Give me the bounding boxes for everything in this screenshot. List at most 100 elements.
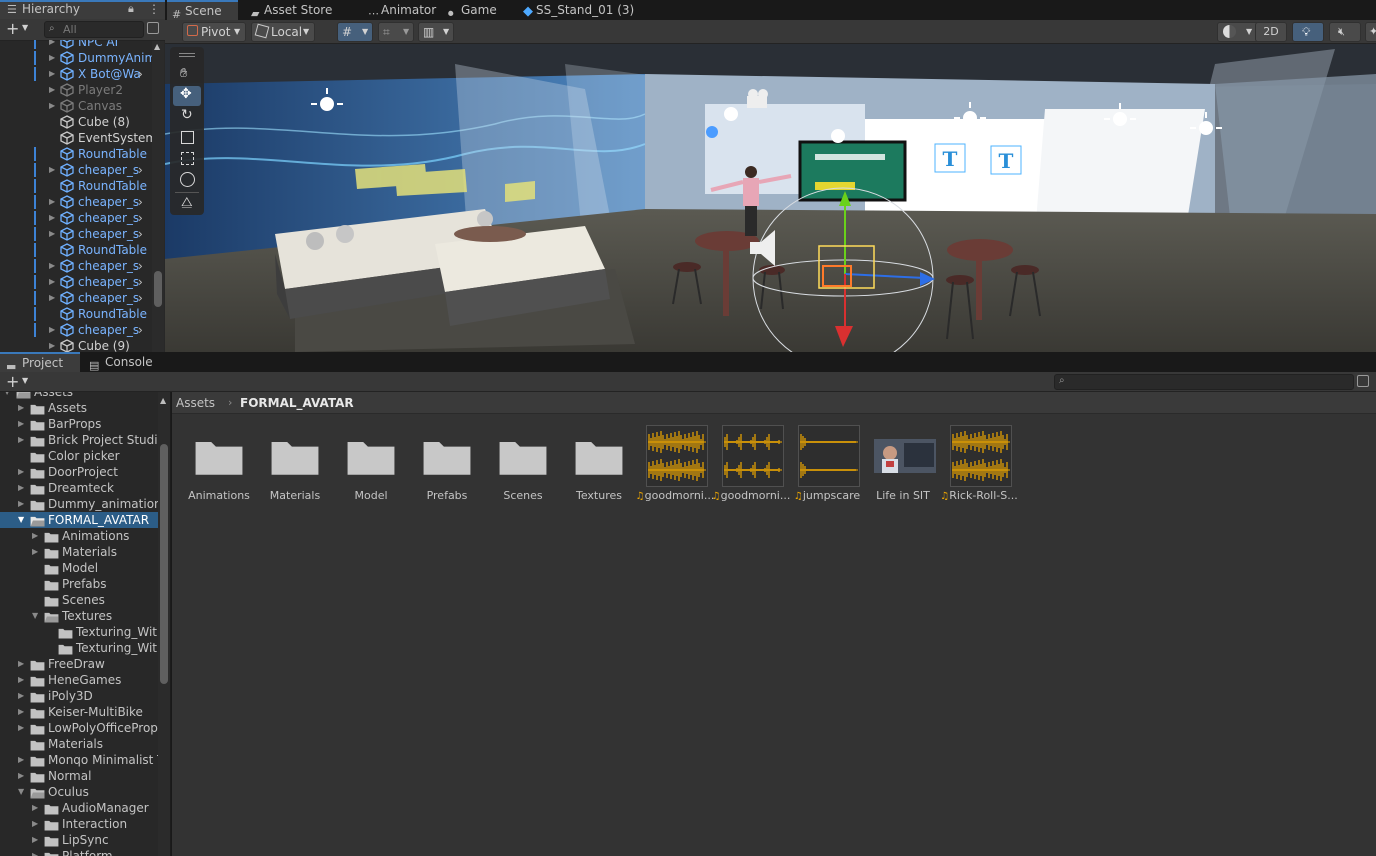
expand-arrow-icon[interactable]: ▶ (49, 82, 55, 98)
draw-mode-button[interactable]: ▼ (1217, 22, 1259, 42)
hierarchy-item[interactable]: ▶ cheaper_s › (0, 162, 152, 178)
hierarchy-search-input[interactable]: ⌕ All (44, 21, 144, 38)
mode-2d-button[interactable]: 2D (1255, 22, 1287, 42)
expand-arrow-icon[interactable]: ▶ (32, 848, 38, 856)
folder-tree-item[interactable]: Scenes (0, 592, 158, 608)
scroll-up-icon[interactable]: ▲ (160, 396, 166, 405)
folder-tree-item[interactable]: ▶ Assets (0, 400, 158, 416)
rect-tool-button[interactable] (173, 149, 201, 169)
folder-tree-item[interactable]: ▼ Oculus (0, 784, 158, 800)
folder-tree-item[interactable]: ▶ FreeDraw (0, 656, 158, 672)
folder-asset[interactable]: Materials (257, 425, 333, 509)
open-prefab-arrow-icon[interactable]: › (138, 194, 143, 210)
create-add-icon[interactable]: + (6, 19, 19, 39)
expand-arrow-icon[interactable]: ▶ (49, 50, 55, 66)
folder-tree-item[interactable]: ▶ Monqo Minimalist T (0, 752, 158, 768)
expand-arrow-icon[interactable]: ▶ (49, 226, 55, 242)
hand-tool-button[interactable]: ✋︎ (173, 65, 201, 85)
expand-arrow-icon[interactable]: ▶ (32, 544, 38, 560)
expand-arrow-icon[interactable]: ▶ (18, 752, 24, 768)
project-search-input[interactable]: ⌕ (1054, 374, 1354, 390)
scene-viewport[interactable]: T T (165, 44, 1376, 352)
transform-tool-button[interactable] (173, 170, 201, 190)
hierarchy-item[interactable]: EventSystem (0, 130, 152, 146)
folder-tree-item[interactable]: Materials (0, 736, 158, 752)
expand-arrow-icon[interactable]: ▶ (32, 528, 38, 544)
hierarchy-item[interactable]: ▶ DummyAnim (0, 50, 152, 66)
project-tree-scrollbar[interactable]: ▲ (158, 392, 170, 856)
breadcrumb-item[interactable]: Assets (176, 392, 215, 414)
tab-project[interactable]: ▬ Project (0, 352, 80, 373)
folder-tree-item[interactable]: ▶ LipSync (0, 832, 158, 848)
folder-tree-item[interactable]: ▶ Brick Project Studio (0, 432, 158, 448)
folder-tree-item[interactable]: Texturing_With (0, 624, 158, 640)
hierarchy-item[interactable]: RoundTable (0, 146, 152, 162)
folder-tree-item[interactable]: Model (0, 560, 158, 576)
grid-visibility-button[interactable]: ▥ ▼ (418, 22, 454, 42)
open-prefab-arrow-icon[interactable]: › (138, 162, 143, 178)
create-dropdown-icon[interactable]: ▼ (22, 376, 28, 385)
folder-tree-item[interactable]: ▶ Interaction (0, 816, 158, 832)
hierarchy-item[interactable]: ▶ cheaper_s › (0, 290, 152, 306)
effects-toggle-button[interactable]: ✦ (1365, 22, 1376, 42)
open-prefab-arrow-icon[interactable]: › (138, 66, 143, 82)
expand-arrow-icon[interactable]: ▶ (49, 274, 55, 290)
folder-asset[interactable]: Animations (181, 425, 257, 509)
folder-tree-item[interactable]: ▶ Dreamteck (0, 480, 158, 496)
expand-arrow-icon[interactable]: ▶ (49, 194, 55, 210)
increment-snap-button[interactable]: ⌗ ▼ (378, 22, 414, 42)
audio-clip-asset[interactable]: ♫goodmorni... (712, 425, 790, 509)
expand-arrow-icon[interactable]: ▶ (18, 496, 24, 512)
open-prefab-arrow-icon[interactable]: › (138, 322, 143, 338)
expand-arrow-icon[interactable]: ▶ (18, 672, 24, 688)
hierarchy-item[interactable]: ▶ Cube (9) (0, 338, 152, 352)
folder-tree-item[interactable]: Texturing_With (0, 640, 158, 656)
folder-tree-item[interactable]: ▶ Materials (0, 544, 158, 560)
expand-arrow-icon[interactable]: ▶ (18, 704, 24, 720)
folder-tree-item[interactable]: ▶ Dummy_animation (0, 496, 158, 512)
scene-visibility-icon[interactable] (147, 22, 159, 34)
tab-hierarchy[interactable]: ☰ Hierarchy 🔒︎ ⋮ (0, 0, 165, 19)
hierarchy-item[interactable]: RoundTable (0, 242, 152, 258)
open-prefab-arrow-icon[interactable]: › (138, 226, 143, 242)
expand-arrow-icon[interactable]: ▶ (49, 290, 55, 306)
hierarchy-scrollbar[interactable]: ▲ (152, 41, 164, 352)
expand-arrow-icon[interactable]: ▶ (49, 322, 55, 338)
open-prefab-arrow-icon[interactable]: › (138, 274, 143, 290)
hierarchy-scroll-thumb[interactable] (154, 271, 162, 307)
expand-arrow-icon[interactable]: ▶ (18, 464, 24, 480)
folder-asset[interactable]: Textures (561, 425, 637, 509)
hierarchy-item[interactable]: ▶ cheaper_s › (0, 210, 152, 226)
folder-asset[interactable]: Model (333, 425, 409, 509)
project-tree-scroll-thumb[interactable] (160, 444, 168, 684)
hierarchy-item[interactable]: ▶ cheaper_s › (0, 274, 152, 290)
hierarchy-item[interactable]: ▶ NPC AI (0, 40, 152, 50)
audio-clip-asset[interactable]: ♫jumpscare (789, 425, 865, 509)
folder-tree-item[interactable]: ▶ HeneGames (0, 672, 158, 688)
tab-scene[interactable]: # Scene (167, 0, 238, 21)
folder-tree-item[interactable]: ▶ BarProps (0, 416, 158, 432)
create-add-icon[interactable]: + (6, 372, 19, 392)
folder-tree-item[interactable]: ▶ Normal (0, 768, 158, 784)
tab-animator[interactable]: ⋯ Animator (363, 0, 439, 20)
expand-arrow-icon[interactable]: ▶ (49, 258, 55, 274)
search-by-type-icon[interactable] (1357, 375, 1369, 387)
hierarchy-item[interactable]: Cube (8) (0, 114, 152, 130)
expand-arrow-icon[interactable]: ▶ (18, 656, 24, 672)
scroll-up-icon[interactable]: ▲ (154, 42, 160, 51)
local-toggle-button[interactable]: Local ▼ (251, 22, 315, 42)
expand-arrow-icon[interactable]: ▶ (32, 832, 38, 848)
grid-snapping-button[interactable]: # ▼ (337, 22, 373, 42)
expand-arrow-icon[interactable]: ▶ (49, 210, 55, 226)
folder-tree-item[interactable]: ▶ Keiser-MultiBike (0, 704, 158, 720)
hierarchy-item[interactable]: ▶ cheaper_s › (0, 226, 152, 242)
open-prefab-arrow-icon[interactable]: › (138, 258, 143, 274)
hierarchy-item[interactable]: RoundTable (0, 306, 152, 322)
hierarchy-item[interactable]: ▶ Player2 (0, 82, 152, 98)
scale-tool-button[interactable] (173, 128, 201, 148)
hierarchy-item[interactable]: ▶ Canvas (0, 98, 152, 114)
open-prefab-arrow-icon[interactable]: › (138, 290, 143, 306)
expand-arrow-icon[interactable]: ▶ (49, 338, 55, 352)
lighting-toggle-button[interactable]: 💡︎ (1292, 22, 1324, 42)
breadcrumb-item[interactable]: FORMAL_AVATAR (240, 392, 354, 414)
